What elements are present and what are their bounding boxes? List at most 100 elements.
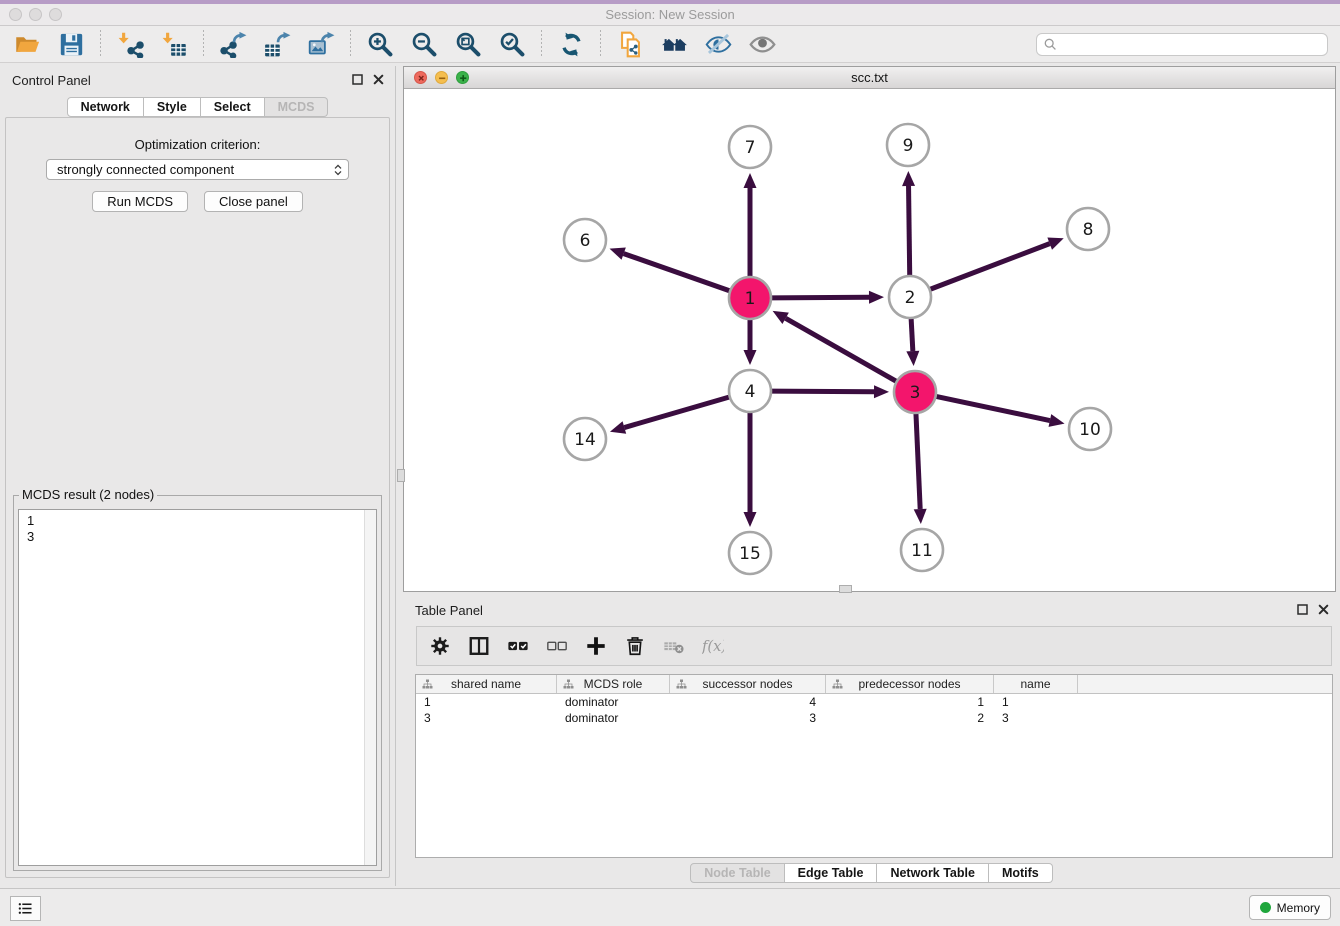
- zoom-out-button[interactable]: [407, 28, 441, 60]
- network-maximize-icon[interactable]: [456, 71, 469, 84]
- table-cell[interactable]: 4: [670, 694, 826, 710]
- edge-4-15[interactable]: [744, 412, 757, 527]
- result-line: 3: [27, 529, 363, 545]
- node-14[interactable]: 14: [564, 418, 606, 460]
- column-header-name[interactable]: name: [994, 675, 1078, 693]
- table-cell[interactable]: dominator: [557, 694, 670, 710]
- node-8[interactable]: 8: [1067, 208, 1109, 250]
- close-table-panel-icon[interactable]: [1318, 604, 1329, 615]
- home-views-button[interactable]: [657, 28, 691, 60]
- edge-1-4[interactable]: [744, 319, 757, 365]
- table-cell[interactable]: 2: [826, 710, 994, 726]
- node-11[interactable]: 11: [901, 529, 943, 571]
- node-4[interactable]: 4: [729, 370, 771, 412]
- window-close-icon[interactable]: [9, 8, 22, 21]
- table-row[interactable]: 3dominator323: [416, 710, 1332, 726]
- edge-2-3[interactable]: [906, 318, 919, 366]
- horizontal-divider-grip[interactable]: [839, 585, 852, 593]
- close-panel-icon[interactable]: [373, 74, 384, 85]
- column-header-successor-nodes[interactable]: successor nodes: [670, 675, 826, 693]
- search-input[interactable]: [1062, 34, 1327, 55]
- table-cell[interactable]: 1: [826, 694, 994, 710]
- table-cell[interactable]: 3: [416, 710, 557, 726]
- export-table-button[interactable]: [260, 28, 294, 60]
- result-scrollbar[interactable]: [364, 510, 376, 865]
- select-all-columns-button[interactable]: [506, 634, 530, 658]
- zoom-selected-button[interactable]: [495, 28, 529, 60]
- edge-3-1[interactable]: [773, 311, 897, 382]
- tab-select[interactable]: Select: [201, 97, 265, 117]
- hide-selected-icon: [705, 31, 732, 58]
- clone-network-button[interactable]: [613, 28, 647, 60]
- table-mode-settings-button[interactable]: [428, 634, 452, 658]
- show-columns-button[interactable]: [467, 634, 491, 658]
- import-network-button[interactable]: [113, 28, 147, 60]
- node-3[interactable]: 3: [894, 371, 936, 413]
- table-cell[interactable]: 3: [670, 710, 826, 726]
- column-header-MCDS-role[interactable]: MCDS role: [557, 675, 670, 693]
- vertical-divider-grip[interactable]: [397, 469, 405, 482]
- tab-node-table[interactable]: Node Table: [690, 863, 784, 883]
- edge-1-7[interactable]: [744, 173, 757, 277]
- import-table-button[interactable]: [157, 28, 191, 60]
- table-panel-buttons: [1297, 604, 1329, 615]
- network-close-icon[interactable]: [414, 71, 427, 84]
- export-image-button[interactable]: [304, 28, 338, 60]
- create-new-column-button[interactable]: [584, 634, 608, 658]
- edge-1-2[interactable]: [771, 291, 884, 304]
- control-panel-title: Control Panel: [12, 73, 91, 88]
- column-header-shared-name[interactable]: shared name: [416, 675, 557, 693]
- column-header-predecessor-nodes[interactable]: predecessor nodes: [826, 675, 994, 693]
- edge-2-9[interactable]: [902, 171, 915, 276]
- node-15[interactable]: 15: [729, 532, 771, 574]
- table-cell[interactable]: 3: [994, 710, 1078, 726]
- network-minimize-icon[interactable]: [435, 71, 448, 84]
- svg-text:3: 3: [910, 383, 921, 403]
- hide-selected-button[interactable]: [701, 28, 735, 60]
- float-table-panel-icon[interactable]: [1297, 604, 1308, 615]
- float-panel-icon[interactable]: [352, 74, 363, 85]
- window-minimize-icon[interactable]: [29, 8, 42, 21]
- table-cell[interactable]: 1: [994, 694, 1078, 710]
- tab-motifs[interactable]: Motifs: [989, 863, 1053, 883]
- save-session-button[interactable]: [54, 28, 88, 60]
- tab-style[interactable]: Style: [144, 97, 201, 117]
- edge-4-3[interactable]: [771, 385, 889, 398]
- show-all-button[interactable]: [745, 28, 779, 60]
- node-10[interactable]: 10: [1069, 408, 1111, 450]
- search-box[interactable]: [1036, 33, 1328, 56]
- table-row[interactable]: 1dominator411: [416, 694, 1332, 710]
- node-9[interactable]: 9: [887, 124, 929, 166]
- edge-1-6[interactable]: [610, 247, 731, 291]
- run-mcds-button[interactable]: Run MCDS: [92, 191, 188, 212]
- edge-4-14[interactable]: [610, 397, 730, 434]
- edge-2-8[interactable]: [930, 238, 1064, 290]
- window-zoom-icon[interactable]: [49, 8, 62, 21]
- zoom-in-button[interactable]: [363, 28, 397, 60]
- node-2[interactable]: 2: [889, 276, 931, 318]
- svg-text:15: 15: [739, 544, 761, 564]
- table-cell[interactable]: dominator: [557, 710, 670, 726]
- open-file-button[interactable]: [10, 28, 44, 60]
- criterion-select[interactable]: strongly connected component: [46, 159, 349, 180]
- node-7[interactable]: 7: [729, 126, 771, 168]
- node-1[interactable]: 1: [729, 277, 771, 319]
- network-canvas[interactable]: 1 2 3 4 6 7 8 9 10 11 14 15: [404, 89, 1335, 591]
- refresh-button[interactable]: [554, 28, 588, 60]
- close-panel-button[interactable]: Close panel: [204, 191, 303, 212]
- tab-network-table[interactable]: Network Table: [877, 863, 989, 883]
- tab-edge-table[interactable]: Edge Table: [785, 863, 878, 883]
- unselect-all-columns-button[interactable]: [545, 634, 569, 658]
- edge-3-10[interactable]: [936, 396, 1065, 427]
- zoom-fit-button[interactable]: [451, 28, 485, 60]
- network-window-titlebar[interactable]: scc.txt: [404, 67, 1335, 89]
- export-network-button[interactable]: [216, 28, 250, 60]
- delete-columns-button[interactable]: [623, 634, 647, 658]
- memory-button[interactable]: Memory: [1249, 895, 1331, 920]
- tab-network[interactable]: Network: [67, 97, 144, 117]
- task-history-button[interactable]: [10, 896, 41, 921]
- node-6[interactable]: 6: [564, 219, 606, 261]
- edge-3-11[interactable]: [914, 413, 927, 524]
- table-cell[interactable]: 1: [416, 694, 557, 710]
- tab-mcds[interactable]: MCDS: [265, 97, 329, 117]
